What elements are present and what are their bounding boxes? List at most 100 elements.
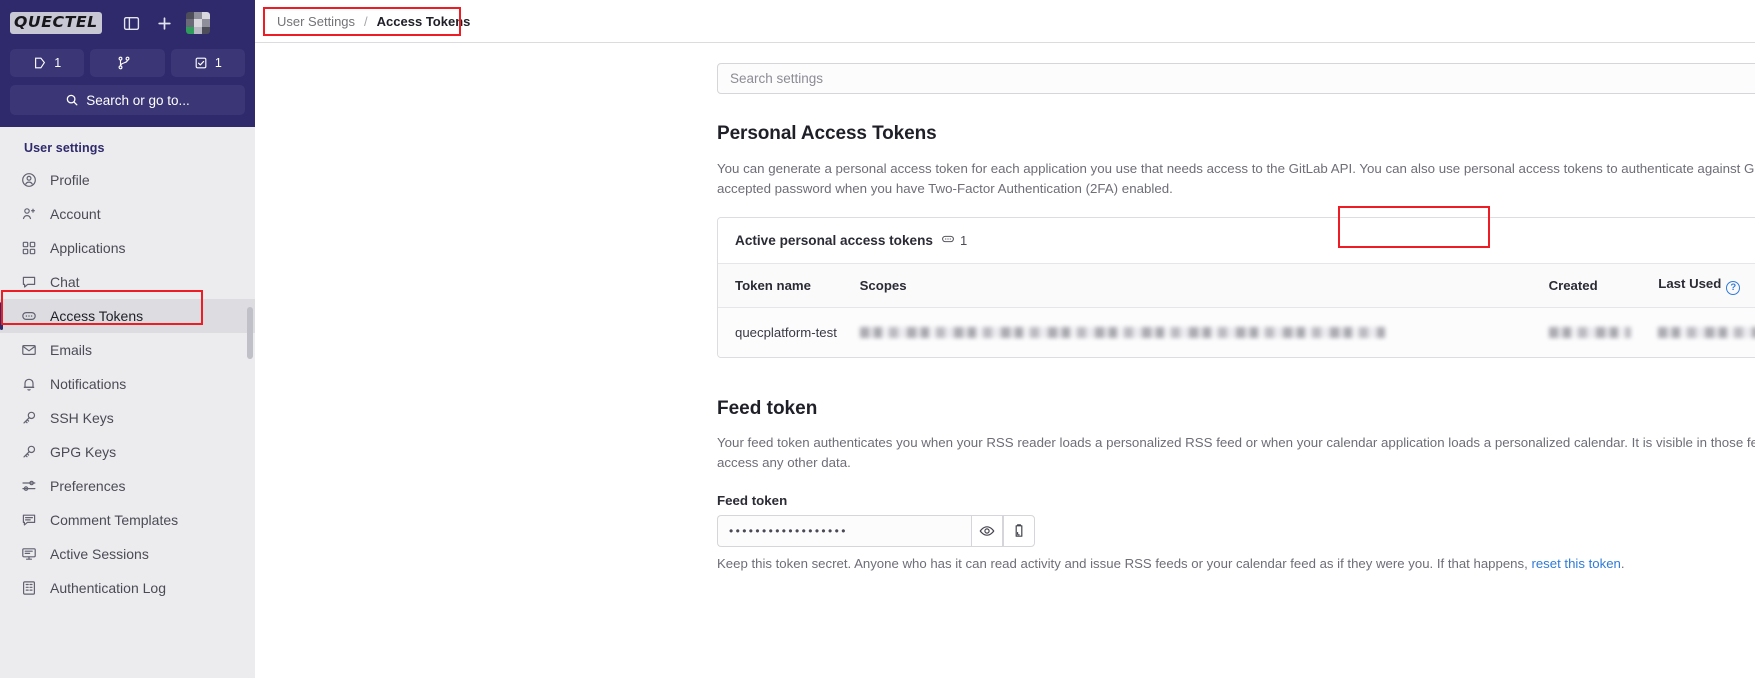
sidebar-item-emails[interactable]: Emails [0, 333, 255, 367]
sidebar-item-label: Applications [50, 240, 126, 256]
sidebar-item-label: Account [50, 206, 101, 222]
sidebar-item-gpg-keys[interactable]: GPG Keys [0, 435, 255, 469]
sliders-icon [20, 478, 37, 495]
tokens-table-header-row: Token name Scopes Created Last Used? Exp… [718, 263, 1755, 308]
table-row: quecplatform-test [718, 307, 1755, 357]
sidebar-item-label: Preferences [50, 478, 126, 494]
panel-toggle-icon[interactable] [120, 11, 144, 35]
active-tokens-count-badge: 1 [941, 232, 967, 249]
search-button-label: Search or go to... [86, 92, 190, 108]
merge-requests-button[interactable] [90, 49, 165, 77]
token-icon [941, 232, 955, 249]
sidebar: QUECTEL 1 1 Search or go to... User sett… [0, 0, 255, 678]
feed-token-description: Your feed token authenticates you when y… [717, 435, 1755, 470]
feed-token-field-group: •••••••••••••••••• [717, 515, 1755, 547]
key-icon [20, 444, 37, 461]
issues-count-value: 1 [54, 56, 62, 70]
sidebar-item-applications[interactable]: Applications [0, 231, 255, 265]
sidebar-header: QUECTEL 1 1 Search or go to... [0, 0, 255, 127]
sidebar-item-authentication-log[interactable]: Authentication Log [0, 571, 255, 605]
issues-count-button[interactable]: 1 [10, 49, 85, 77]
main-content: User Settings / Access Tokens Search set… [255, 0, 1755, 678]
chat-bubble-icon [20, 274, 37, 291]
cell-scopes [859, 307, 1549, 357]
cell-created [1548, 307, 1659, 357]
cell-last-used [1658, 307, 1755, 357]
sidebar-top-icons [120, 11, 210, 35]
sidebar-item-label: Comment Templates [50, 512, 179, 528]
todos-count-value: 1 [214, 56, 222, 70]
column-last-used: Last Used? [1658, 263, 1755, 308]
sidebar-item-profile[interactable]: Profile [0, 163, 255, 197]
sidebar-item-label: Active Sessions [50, 546, 149, 562]
top-bar: User Settings / Access Tokens [255, 0, 1755, 43]
log-grid-icon [20, 580, 37, 597]
sidebar-item-label: Emails [50, 342, 93, 358]
sidebar-item-account[interactable]: Account [0, 197, 255, 231]
eye-icon[interactable] [971, 515, 1003, 547]
logo-text: QUECTEL [14, 13, 98, 31]
sidebar-item-label: Profile [50, 172, 90, 188]
account-icon [20, 206, 37, 223]
avatar[interactable] [185, 11, 210, 35]
comment-lines-icon [20, 512, 37, 529]
feed-token-title: Feed token [717, 398, 818, 419]
settings-content: Search settings Personal Access Tokens Y… [255, 43, 1755, 571]
sidebar-brand-row: QUECTEL [10, 8, 245, 38]
breadcrumb-current[interactable]: Access Tokens [377, 14, 471, 29]
redacted-last-used [1658, 326, 1755, 338]
sidebar-item-access-tokens[interactable]: Access Tokens [0, 299, 255, 333]
sidebar-item-notifications[interactable]: Notifications [0, 367, 255, 401]
sidebar-scrollbar[interactable] [247, 307, 253, 359]
plus-icon[interactable] [153, 11, 177, 35]
redacted-scopes [859, 326, 1385, 338]
envelope-icon [20, 342, 37, 359]
help-icon[interactable]: ? [1726, 280, 1741, 295]
applications-grid-icon [20, 240, 37, 257]
active-tokens-card: Active personal access tokens 1 Token na… [717, 217, 1755, 358]
search-settings-input[interactable]: Search settings [717, 63, 1755, 94]
sidebar-item-active-sessions[interactable]: Active Sessions [0, 537, 255, 571]
sidebar-item-label: Notifications [50, 376, 127, 392]
sidebar-item-label: GPG Keys [50, 444, 117, 460]
search-settings-placeholder: Search settings [730, 71, 824, 86]
app-root: QUECTEL 1 1 Search or go to... User sett… [0, 0, 1755, 678]
reset-this-token-link[interactable]: reset this token [1531, 556, 1620, 571]
key-icon [20, 410, 37, 427]
breadcrumb-separator: / [364, 13, 368, 29]
feed-token-hint-before: Keep this token secret. Anyone who has i… [717, 556, 1532, 571]
breadcrumb-parent[interactable]: User Settings [277, 14, 355, 29]
sidebar-item-label: SSH Keys [50, 410, 114, 426]
active-tokens-card-header: Active personal access tokens 1 [718, 218, 1755, 263]
sidebar-item-label: Authentication Log [50, 580, 166, 596]
active-tokens-count-value: 1 [959, 233, 968, 248]
column-last-used-label: Last Used [1658, 276, 1722, 291]
sidebar-heading: User settings [24, 141, 105, 155]
personal-access-tokens-description: You can generate a personal access token… [717, 161, 1755, 196]
feed-token-input[interactable]: •••••••••••••••••• [717, 515, 971, 547]
quectel-logo[interactable]: QUECTEL [10, 12, 102, 34]
search-or-go-to-button[interactable]: Search or go to... [10, 85, 245, 115]
feed-token-hint: Keep this token secret. Anyone who has i… [717, 556, 1755, 571]
column-created: Created [1548, 263, 1659, 308]
sidebar-item-ssh-keys[interactable]: SSH Keys [0, 401, 255, 435]
feed-token-field-label: Feed token [717, 493, 788, 508]
sidebar-item-label: Chat [50, 274, 80, 290]
sidebar-item-comment-templates[interactable]: Comment Templates [0, 503, 255, 537]
sidebar-item-label: Access Tokens [50, 308, 144, 324]
column-token-name: Token name [718, 263, 860, 308]
tokens-table-head: Token name Scopes Created Last Used? Exp… [718, 263, 1755, 308]
breadcrumb: User Settings / Access Tokens [277, 14, 470, 29]
sidebar-nav: User settings Profile Account Applicatio… [0, 127, 255, 678]
active-tokens-title: Active personal access tokens [735, 233, 933, 248]
redacted-created [1548, 326, 1631, 338]
tokens-table-body: quecplatform-test [718, 307, 1755, 357]
column-scopes: Scopes [859, 263, 1549, 308]
sidebar-item-chat[interactable]: Chat [0, 265, 255, 299]
todos-count-button[interactable]: 1 [170, 49, 245, 77]
clipboard-icon[interactable] [1003, 515, 1035, 547]
sidebar-counts: 1 1 [10, 49, 245, 77]
tokens-table: Token name Scopes Created Last Used? Exp… [718, 263, 1755, 357]
sidebar-item-preferences[interactable]: Preferences [0, 469, 255, 503]
page-title: Personal Access Tokens [717, 123, 937, 144]
